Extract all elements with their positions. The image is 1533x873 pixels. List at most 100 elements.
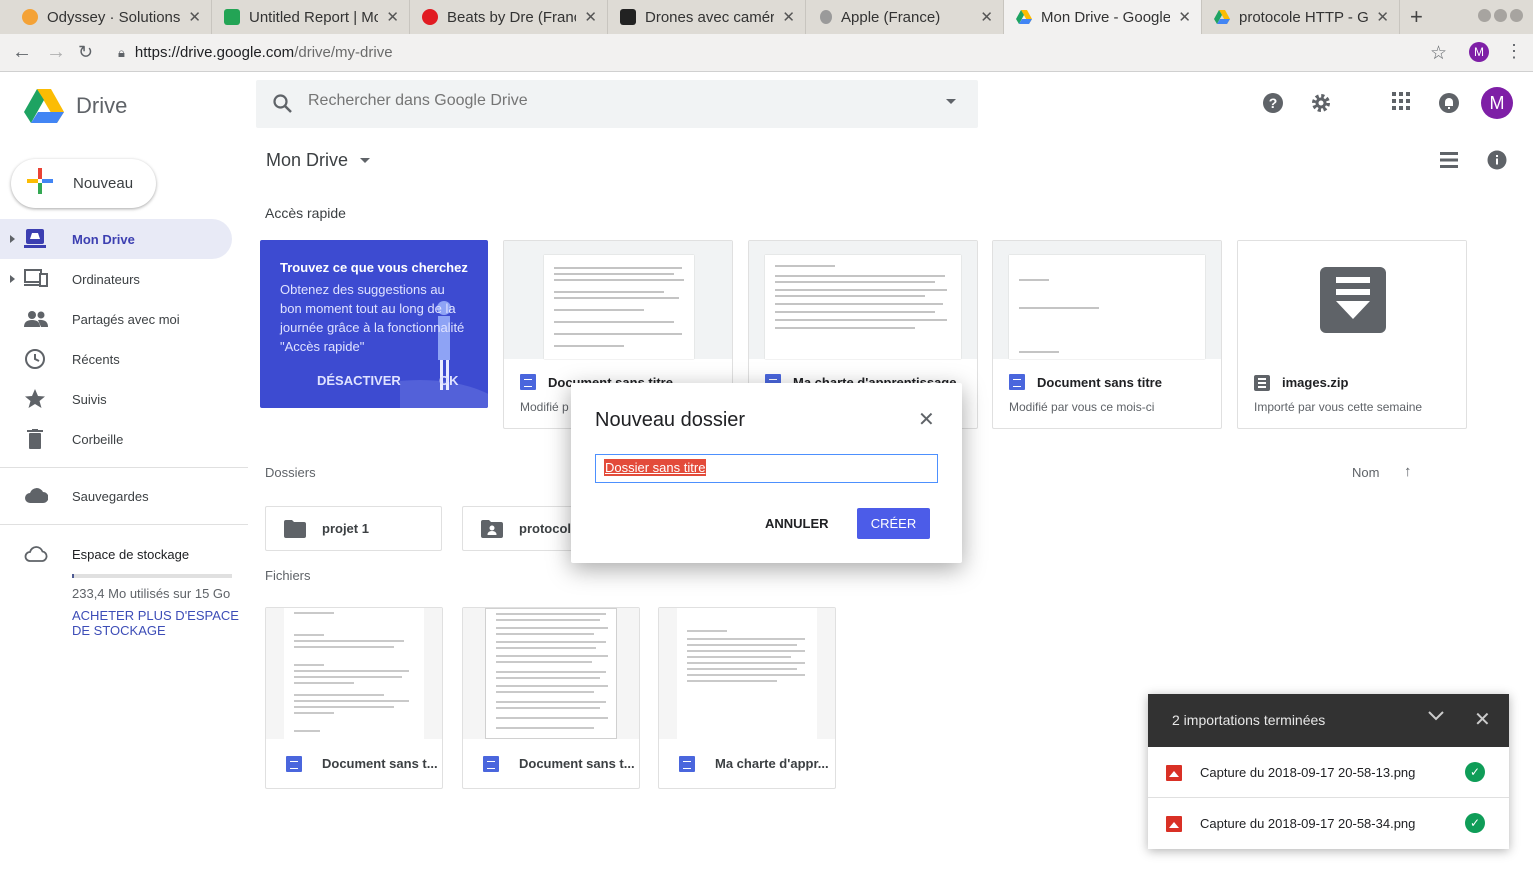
cancel-button[interactable]: ANNULER	[755, 508, 839, 540]
bookmark-star-icon[interactable]: ☆	[1430, 42, 1447, 65]
help-icon[interactable]: ?	[1262, 92, 1284, 119]
app-name[interactable]: Drive	[76, 93, 127, 119]
new-button-label: Nouveau	[73, 175, 134, 192]
expand-arrow-icon[interactable]	[10, 235, 15, 243]
odyssey-favicon-icon	[22, 9, 38, 25]
storage-usage-bar	[72, 574, 232, 578]
expand-arrow-icon[interactable]	[10, 275, 15, 283]
close-tab-icon[interactable]: ✕	[1178, 8, 1191, 26]
new-button[interactable]: Nouveau	[11, 159, 156, 208]
file-card[interactable]: Document sans t...	[462, 607, 640, 789]
sort-ascending-arrow-icon[interactable]: ↑	[1404, 463, 1412, 480]
chevron-down-icon[interactable]	[1428, 708, 1444, 726]
sidebar-item-trash[interactable]: Corbeille	[0, 419, 232, 459]
browser-tab-http[interactable]: protocole HTTP - Go ✕	[1202, 0, 1400, 34]
search-icon[interactable]	[272, 93, 294, 120]
url-field[interactable]: 🔒︎ https://drive.google.com/drive/my-driv…	[118, 44, 393, 61]
google-docs-icon	[483, 756, 499, 772]
apps-grid-icon[interactable]	[1392, 92, 1410, 115]
buy-storage-link[interactable]: ACHETER PLUS D'ESPACE DE STOCKAGE	[72, 608, 242, 638]
close-tab-icon[interactable]: ✕	[584, 8, 597, 26]
sidebar-item-my-drive[interactable]: Mon Drive	[0, 219, 232, 259]
page-title-chevron-down-icon[interactable]	[360, 158, 370, 163]
create-button[interactable]: CRÉER	[857, 508, 930, 539]
sidebar-item-label: Récents	[72, 351, 120, 367]
upload-item[interactable]: Capture du 2018-09-17 20-58-34.png ✓	[1148, 798, 1509, 849]
sidebar-item-computers[interactable]: Ordinateurs	[0, 259, 232, 299]
browser-tab-apple[interactable]: Apple (France) ✕	[806, 0, 1004, 34]
document-preview	[765, 255, 961, 359]
tab-title: Untitled Report | Mc	[249, 8, 379, 26]
google-docs-icon	[679, 756, 695, 772]
file-card[interactable]: Document sans t...	[265, 607, 443, 789]
drive-logo-icon[interactable]	[24, 88, 64, 129]
image-file-icon	[1166, 816, 1182, 832]
file-subtitle: Modifié p	[520, 400, 569, 414]
close-icon[interactable]: ✕	[918, 407, 935, 432]
browser-tab-drones[interactable]: Drones avec caméra ✕	[608, 0, 806, 34]
file-thumbnail	[266, 608, 442, 739]
quick-access-card[interactable]: Document sans titre Modifié par vous ce …	[992, 240, 1222, 429]
promo-ok-button[interactable]: OK	[439, 373, 459, 388]
star-icon	[24, 389, 46, 409]
folder-item[interactable]: projet 1	[265, 506, 442, 551]
minimize-icon[interactable]	[1478, 9, 1491, 22]
check-icon: ✓	[1465, 762, 1485, 782]
sidebar-divider	[0, 467, 248, 468]
dialog-title: Nouveau dossier	[595, 409, 746, 431]
quick-access-card[interactable]: images.zip Importé par vous cette semain…	[1237, 240, 1467, 429]
search-bar[interactable]	[256, 80, 978, 128]
close-tab-icon[interactable]: ✕	[386, 8, 399, 26]
folder-name-selected-text: Dossier sans titre	[604, 459, 707, 476]
sidebar-item-label: Corbeille	[72, 431, 124, 447]
browser-tab-report[interactable]: Untitled Report | Mc ✕	[212, 0, 410, 34]
upload-item[interactable]: Capture du 2018-09-17 20-58-13.png ✓	[1148, 747, 1509, 798]
sidebar-item-shared[interactable]: Partagés avec moi	[0, 299, 232, 339]
promo-disable-button[interactable]: DÉSACTIVER	[317, 373, 401, 388]
browser-tab-beats[interactable]: Beats by Dre (Franc ✕	[410, 0, 608, 34]
upload-file-name: Capture du 2018-09-17 20-58-13.png	[1200, 765, 1416, 780]
sort-by-label[interactable]: Nom	[1352, 465, 1379, 480]
close-tab-icon[interactable]: ✕	[188, 8, 201, 26]
back-arrow-icon[interactable]: ←	[12, 41, 32, 64]
page-title[interactable]: Mon Drive	[266, 150, 348, 171]
promo-body: Obtenez des suggestions au bon moment to…	[280, 282, 465, 354]
m-favicon-icon	[224, 9, 240, 25]
close-icon[interactable]: ✕	[1474, 707, 1491, 732]
close-tab-icon[interactable]: ✕	[782, 8, 795, 26]
sidebar-item-recent[interactable]: Récents	[0, 339, 232, 379]
close-tab-icon[interactable]: ✕	[980, 8, 993, 26]
search-input[interactable]	[308, 92, 908, 110]
list-view-icon[interactable]	[1440, 152, 1458, 173]
folders-heading: Dossiers	[265, 465, 316, 480]
file-card[interactable]: Ma charte d'appr...	[658, 607, 836, 789]
new-folder-dialog: Nouveau dossier ✕ Dossier sans titre ANN…	[571, 383, 962, 563]
reload-icon[interactable]: ↻	[78, 42, 93, 63]
sidebar-item-starred[interactable]: Suivis	[0, 379, 232, 419]
url-host: https://drive.google.com	[134, 44, 295, 61]
close-tab-icon[interactable]: ✕	[1376, 8, 1389, 26]
settings-gear-icon[interactable]	[1310, 92, 1332, 119]
my-drive-icon	[24, 229, 46, 249]
notifications-bell-icon[interactable]	[1438, 92, 1460, 119]
sidebar-item-label: Sauvegardes	[72, 488, 149, 504]
close-window-icon[interactable]	[1510, 9, 1523, 22]
account-avatar[interactable]: M	[1481, 87, 1513, 119]
sidebar-item-backups[interactable]: Sauvegardes	[0, 476, 232, 516]
search-options-chevron-icon[interactable]	[946, 99, 956, 104]
lock-icon: 🔒︎	[118, 45, 125, 60]
browser-tab-drive[interactable]: Mon Drive - Google ✕	[1004, 0, 1202, 34]
info-icon[interactable]	[1487, 150, 1507, 175]
sidebar-item-label: Partagés avec moi	[72, 311, 180, 327]
browser-profile-avatar[interactable]: M	[1469, 42, 1489, 62]
file-title: Document sans titre	[1037, 375, 1162, 390]
cloud-outline-icon	[24, 545, 48, 568]
url-path: /drive/my-drive	[294, 44, 393, 61]
maximize-icon[interactable]	[1494, 9, 1507, 22]
forward-arrow-icon[interactable]: →	[46, 41, 66, 64]
browser-tab-odyssey[interactable]: Odyssey · Solutions ✕	[0, 0, 212, 34]
sidebar-item-label: Mon Drive	[72, 231, 135, 247]
browser-menu-icon[interactable]: ⋮	[1505, 41, 1523, 62]
google-docs-icon	[286, 756, 302, 772]
new-tab-icon[interactable]: +	[1410, 4, 1423, 30]
